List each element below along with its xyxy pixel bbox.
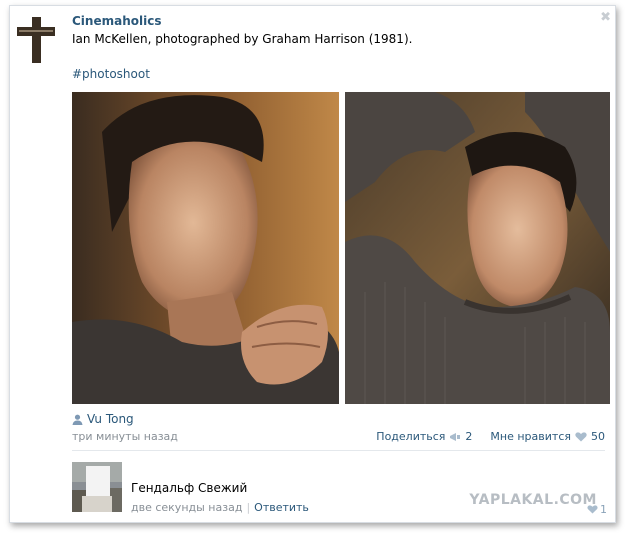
post-actions: Поделиться 2 Мне нравится 50 <box>376 430 605 443</box>
comment-like-count: 1 <box>600 503 607 516</box>
like-button[interactable]: Мне нравится <box>490 430 571 443</box>
comment-timestamp[interactable]: две секунды назад <box>131 501 242 514</box>
comment-author[interactable]: Гендальф Свежий <box>131 481 247 495</box>
heart-icon <box>587 505 598 514</box>
comment-meta-separator: | <box>246 501 251 514</box>
megaphone-icon <box>450 432 461 441</box>
heart-icon[interactable] <box>575 431 587 442</box>
post-timestamp[interactable]: три минуты назад <box>72 430 178 443</box>
group-avatar[interactable] <box>16 16 56 64</box>
share-count: 2 <box>465 430 473 443</box>
like-count: 50 <box>591 430 605 443</box>
close-icon[interactable]: ✖ <box>600 10 611 25</box>
comment-avatar[interactable] <box>72 462 122 512</box>
post-photo-1[interactable] <box>72 92 339 404</box>
cross-logo-icon <box>16 16 56 64</box>
post-author-name[interactable]: Vu Tong <box>87 412 134 426</box>
hashtag-link[interactable]: #photoshoot <box>72 67 150 81</box>
reply-button[interactable]: Ответить <box>254 501 309 514</box>
post-author[interactable]: Vu Tong <box>72 412 134 426</box>
watermark: YAPLAKAL.COM <box>469 492 597 508</box>
comment-meta: две секунды назад | Ответить <box>131 501 309 514</box>
group-name-link[interactable]: Cinemaholics <box>72 14 161 28</box>
post-photo-2[interactable] <box>345 92 610 404</box>
share-button[interactable]: Поделиться <box>376 430 445 443</box>
comment-divider <box>72 450 605 451</box>
wall-post: Cinemaholics ✖ Ian McKellen, photographe… <box>9 5 616 523</box>
person-icon <box>72 414 83 425</box>
post-text: Ian McKellen, photographed by Graham Har… <box>72 32 413 46</box>
comment-like[interactable]: 1 <box>587 503 607 516</box>
